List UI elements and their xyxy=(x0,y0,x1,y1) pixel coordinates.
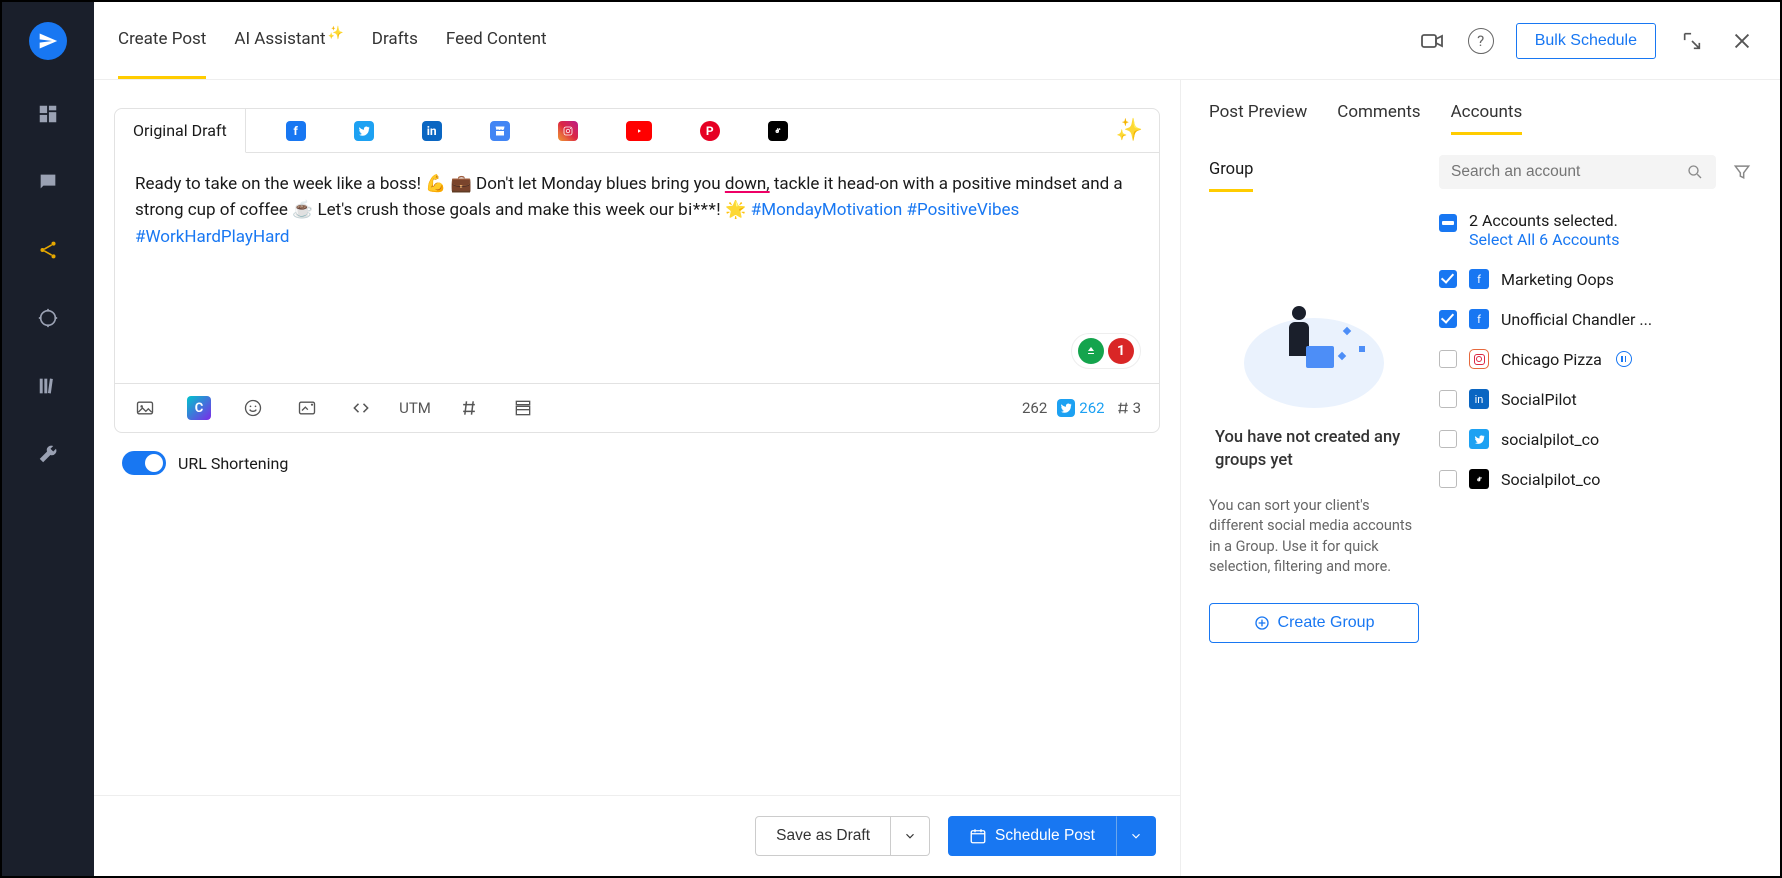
gif-picker-icon[interactable] xyxy=(295,396,319,420)
sparkle-icon: ✨ xyxy=(328,26,344,41)
fb-account-icon: f xyxy=(1469,269,1489,289)
tiktok-platform-icon[interactable] xyxy=(768,121,788,141)
tab-post-preview[interactable]: Post Preview xyxy=(1209,102,1307,135)
account-name: Chicago Pizza xyxy=(1501,350,1602,369)
hashtag-manager-icon[interactable] xyxy=(457,396,481,420)
account-name: Marketing Oops xyxy=(1501,270,1614,289)
twitter-char-count: 262 xyxy=(1057,399,1104,417)
tab-comments[interactable]: Comments xyxy=(1337,102,1420,135)
save-draft-button[interactable]: Save as Draft xyxy=(755,816,891,856)
hashtag[interactable]: #PositiveVibes xyxy=(907,200,1020,220)
tw-account-icon xyxy=(1469,429,1489,449)
facebook-platform-icon[interactable]: f xyxy=(286,121,306,141)
tab-drafts[interactable]: Drafts xyxy=(372,2,418,79)
template-icon[interactable] xyxy=(511,396,535,420)
nav-target-icon[interactable] xyxy=(34,304,62,332)
select-all-link[interactable]: Select All 6 Accounts xyxy=(1469,230,1620,249)
code-embed-icon[interactable] xyxy=(349,396,373,420)
paused-badge-icon xyxy=(1616,351,1632,367)
account-checkbox[interactable] xyxy=(1439,350,1457,368)
empty-groups-description: You can sort your client's different soc… xyxy=(1209,496,1419,577)
filter-icon[interactable] xyxy=(1732,162,1752,182)
tab-accounts[interactable]: Accounts xyxy=(1451,102,1523,135)
post-text-part: Ready to take on the week like a boss! 💪… xyxy=(135,174,725,194)
tk-account-icon xyxy=(1469,469,1489,489)
help-icon[interactable]: ? xyxy=(1468,28,1494,54)
ai-assist-sparkle-icon[interactable]: ✨ xyxy=(1116,118,1143,143)
collapse-icon[interactable] xyxy=(1678,27,1706,55)
account-name: Unofficial Chandler ... xyxy=(1501,310,1652,329)
tab-feed-content[interactable]: Feed Content xyxy=(446,2,547,79)
account-name: Socialpilot_co xyxy=(1501,470,1600,489)
nav-posts-icon[interactable] xyxy=(34,168,62,196)
account-search-box[interactable] xyxy=(1439,155,1716,189)
emoji-picker-icon[interactable] xyxy=(241,396,265,420)
account-checkbox[interactable] xyxy=(1439,310,1457,328)
nav-dashboard-icon[interactable] xyxy=(34,100,62,128)
account-checkbox[interactable] xyxy=(1439,270,1457,288)
post-editor[interactable]: Ready to take on the week like a boss! 💪… xyxy=(115,153,1159,383)
account-row[interactable]: in SocialPilot xyxy=(1439,389,1752,409)
twitter-platform-icon[interactable] xyxy=(354,121,374,141)
account-row[interactable]: f Marketing Oops xyxy=(1439,269,1752,289)
utm-button[interactable]: UTM xyxy=(403,396,427,420)
google-business-platform-icon[interactable] xyxy=(490,121,510,141)
canva-icon[interactable]: C xyxy=(187,396,211,420)
hashtag[interactable]: #MondayMotivation xyxy=(751,200,903,220)
writing-assistant-indicator[interactable]: 1 xyxy=(1071,333,1141,369)
original-draft-tab[interactable]: Original Draft xyxy=(115,109,246,153)
pinterest-platform-icon[interactable]: P xyxy=(700,121,720,141)
save-draft-more-button[interactable] xyxy=(891,816,930,856)
hashtag[interactable]: #WorkHardPlayHard xyxy=(135,227,290,247)
ig-account-icon xyxy=(1469,349,1489,369)
tab-label: AI Assistant xyxy=(234,29,325,49)
spellcheck-underline: down, xyxy=(725,174,770,194)
youtube-platform-icon[interactable] xyxy=(626,121,652,141)
fb-account-icon: f xyxy=(1469,309,1489,329)
media-picker-icon[interactable] xyxy=(133,396,157,420)
search-icon[interactable] xyxy=(1686,163,1704,181)
tab-ai-assistant[interactable]: AI Assistant✨ xyxy=(234,2,343,79)
url-shortening-toggle[interactable] xyxy=(122,451,166,475)
bulk-schedule-button[interactable]: Bulk Schedule xyxy=(1516,23,1656,59)
account-checkbox[interactable] xyxy=(1439,390,1457,408)
button-label: Schedule Post xyxy=(995,827,1095,845)
schedule-post-button[interactable]: Schedule Post xyxy=(948,816,1116,856)
hashtag-count: 3 xyxy=(1115,399,1141,417)
nav-library-icon[interactable] xyxy=(34,372,62,400)
tab-create-post[interactable]: Create Post xyxy=(118,2,206,79)
button-label: Create Group xyxy=(1278,614,1375,632)
selected-count-text: 2 Accounts selected. xyxy=(1469,211,1620,230)
account-search-input[interactable] xyxy=(1451,163,1678,181)
post-text-part: 🌟 xyxy=(721,200,751,220)
censored-word: bi***! xyxy=(678,200,721,220)
close-icon[interactable] xyxy=(1728,27,1756,55)
empty-groups-title: You have not created any groups yet xyxy=(1209,426,1419,472)
empty-groups-illustration xyxy=(1244,298,1384,408)
suggestion-up-icon xyxy=(1078,338,1104,364)
nav-share-icon[interactable] xyxy=(34,236,62,264)
linkedin-platform-icon[interactable]: in xyxy=(422,121,442,141)
create-group-button[interactable]: Create Group xyxy=(1209,603,1419,643)
url-shortening-label: URL Shortening xyxy=(178,454,288,473)
account-row[interactable]: f Unofficial Chandler ... xyxy=(1439,309,1752,329)
video-icon[interactable] xyxy=(1418,27,1446,55)
li-account-icon: in xyxy=(1469,389,1489,409)
select-all-partial-checkbox[interactable] xyxy=(1439,214,1457,232)
account-name: SocialPilot xyxy=(1501,390,1577,409)
account-checkbox[interactable] xyxy=(1439,430,1457,448)
account-row[interactable]: Socialpilot_co xyxy=(1439,469,1752,489)
account-name: socialpilot_co xyxy=(1501,430,1599,449)
app-logo[interactable] xyxy=(29,22,67,60)
account-row[interactable]: socialpilot_co xyxy=(1439,429,1752,449)
instagram-platform-icon[interactable] xyxy=(558,121,578,141)
error-count-badge: 1 xyxy=(1108,338,1134,364)
char-count: 262 xyxy=(1022,399,1047,417)
group-subtab[interactable]: Group xyxy=(1209,160,1253,192)
account-row[interactable]: Chicago Pizza xyxy=(1439,349,1752,369)
nav-tools-icon[interactable] xyxy=(34,440,62,468)
account-checkbox[interactable] xyxy=(1439,470,1457,488)
schedule-post-more-button[interactable] xyxy=(1116,816,1156,856)
